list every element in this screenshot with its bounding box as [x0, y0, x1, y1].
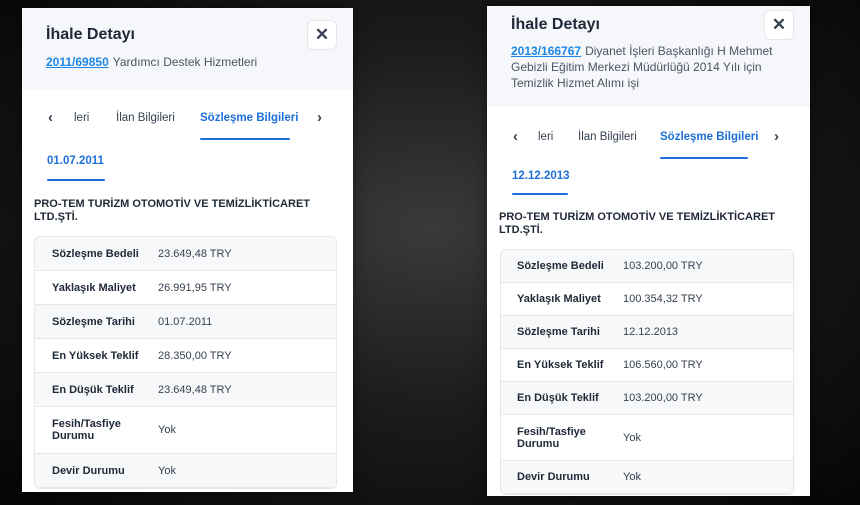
tab-sozlesme-bilgileri[interactable]: Sözleşme Bilgileri	[660, 131, 758, 143]
row-label: En Yüksek Teklif	[52, 349, 139, 362]
tender-detail-panel-right: İhale Detayı 2013/166767 Diyanet İşleri B…	[487, 6, 810, 496]
tab-sozlesme-bilgileri[interactable]: Sözleşme Bilgileri	[200, 112, 298, 124]
tab-partial[interactable]: leri	[538, 131, 553, 143]
row-label: Sözleşme Bedeli	[52, 247, 139, 260]
table-row: Sözleşme Bedeli 23.649,48 TRY	[35, 237, 336, 271]
chevron-left-icon[interactable]: ‹	[513, 128, 518, 145]
row-label: En Yüksek Teklif	[517, 359, 604, 371]
table-row: Sözleşme Tarihi 12.12.2013	[501, 316, 793, 349]
panel-title: İhale Detayı	[511, 16, 600, 33]
chevron-right-icon[interactable]: ›	[317, 109, 322, 126]
company-name: PRO-TEM TURİZM OTOMOTİV VE TEMİZLİKTİCAR…	[499, 211, 776, 236]
row-value: Yok	[158, 424, 176, 436]
tender-detail-panel-left: İhale Detayı 2011/69850 Yardımcı Destek H…	[22, 8, 353, 492]
row-label: Sözleşme Tarihi	[52, 315, 135, 328]
row-label: Fesih/Tasfiye Durumu	[517, 425, 586, 450]
row-label: Devir Durumu	[517, 471, 590, 483]
table-row: Sözleşme Bedeli 103.200,00 TRY	[501, 250, 793, 283]
table-row: En Yüksek Teklif 28.350,00 TRY	[35, 339, 336, 373]
row-value: 103.200,00 TRY	[623, 392, 703, 404]
chevron-left-icon[interactable]: ‹	[48, 109, 53, 126]
active-tab-indicator	[200, 138, 290, 140]
row-value: 106.560,00 TRY	[623, 359, 703, 371]
table-row: En Yüksek Teklif 106.560,00 TRY	[501, 349, 793, 382]
company-name: PRO-TEM TURİZM OTOMOTİV VE TEMİZLİKTİCAR…	[34, 198, 311, 223]
date-tab-indicator	[47, 179, 105, 181]
close-icon: ✕	[314, 25, 330, 44]
tab-bar: ‹ leri İlan Bilgileri Sözleşme Bilgileri…	[22, 96, 353, 144]
tender-description: Yardımcı Destek Hizmetleri	[112, 55, 258, 69]
date-tab-indicator	[512, 193, 568, 195]
table-row: Fesih/Tasfiye Durumu Yok	[35, 407, 336, 454]
row-label: Sözleşme Tarihi	[517, 326, 600, 338]
row-value: 100.354,32 TRY	[623, 293, 703, 305]
row-value: Yok	[158, 464, 176, 477]
row-label: Fesih/Tasfiye Durumu	[52, 418, 121, 442]
panel-header: İhale Detayı 2011/69850 Yardımcı Destek H…	[22, 8, 353, 90]
table-row: Sözleşme Tarihi 01.07.2011	[35, 305, 336, 339]
row-label: En Düşük Teklif	[517, 392, 599, 404]
panel-title: İhale Detayı	[46, 26, 135, 43]
tender-number-link[interactable]: 2013/166767	[511, 44, 581, 58]
row-label: Yaklaşık Maliyet	[517, 293, 601, 305]
table-row: En Düşük Teklif 103.200,00 TRY	[501, 382, 793, 415]
tab-bar: ‹ leri İlan Bilgileri Sözleşme Bilgileri…	[487, 115, 810, 163]
row-label: En Düşük Teklif	[52, 383, 134, 396]
tab-partial[interactable]: leri	[74, 112, 89, 124]
chevron-right-icon[interactable]: ›	[774, 128, 779, 145]
row-value: 23.649,48 TRY	[158, 383, 232, 396]
row-value: 28.350,00 TRY	[158, 349, 232, 362]
tab-ilan-bilgileri[interactable]: İlan Bilgileri	[578, 131, 637, 143]
table-row: Yaklaşık Maliyet 100.354,32 TRY	[501, 283, 793, 316]
close-icon: ✕	[771, 15, 787, 34]
table-row: En Düşük Teklif 23.649,48 TRY	[35, 373, 336, 407]
row-value: 01.07.2011	[158, 315, 213, 328]
close-button[interactable]: ✕	[764, 10, 794, 40]
contract-table: Sözleşme Bedeli 23.649,48 TRY Yaklaşık Ma…	[34, 236, 337, 489]
row-value: Yok	[623, 431, 641, 444]
row-value: 23.649,48 TRY	[158, 247, 232, 260]
tender-number-link[interactable]: 2011/69850	[46, 55, 109, 69]
contract-date-tab[interactable]: 01.07.2011	[47, 155, 104, 167]
contract-date-tab[interactable]: 12.12.2013	[512, 170, 570, 182]
close-button[interactable]: ✕	[307, 20, 337, 50]
row-value: 103.200,00 TRY	[623, 260, 703, 272]
active-tab-indicator	[660, 157, 748, 159]
contract-table: Sözleşme Bedeli 103.200,00 TRY Yaklaşık M…	[500, 249, 794, 495]
row-value: Yok	[623, 471, 641, 483]
tab-ilan-bilgileri[interactable]: İlan Bilgileri	[116, 112, 175, 124]
row-label: Devir Durumu	[52, 464, 125, 477]
table-row: Devir Durumu Yok	[501, 461, 793, 494]
row-value: 26.991,95 TRY	[158, 281, 232, 294]
table-row: Yaklaşık Maliyet 26.991,95 TRY	[35, 271, 336, 305]
table-row: Fesih/Tasfiye Durumu Yok	[501, 415, 793, 461]
row-label: Yaklaşık Maliyet	[52, 281, 136, 294]
table-row: Devir Durumu Yok	[35, 454, 336, 488]
panel-header: İhale Detayı 2013/166767 Diyanet İşleri B…	[487, 6, 810, 107]
tender-subtitle: 2011/69850 Yardımcı Destek Hizmetleri	[46, 54, 329, 70]
row-label: Sözleşme Bedeli	[517, 260, 604, 272]
tender-subtitle: 2013/166767 Diyanet İşleri Başkanlığı H M…	[511, 43, 773, 91]
row-value: 12.12.2013	[623, 326, 679, 338]
